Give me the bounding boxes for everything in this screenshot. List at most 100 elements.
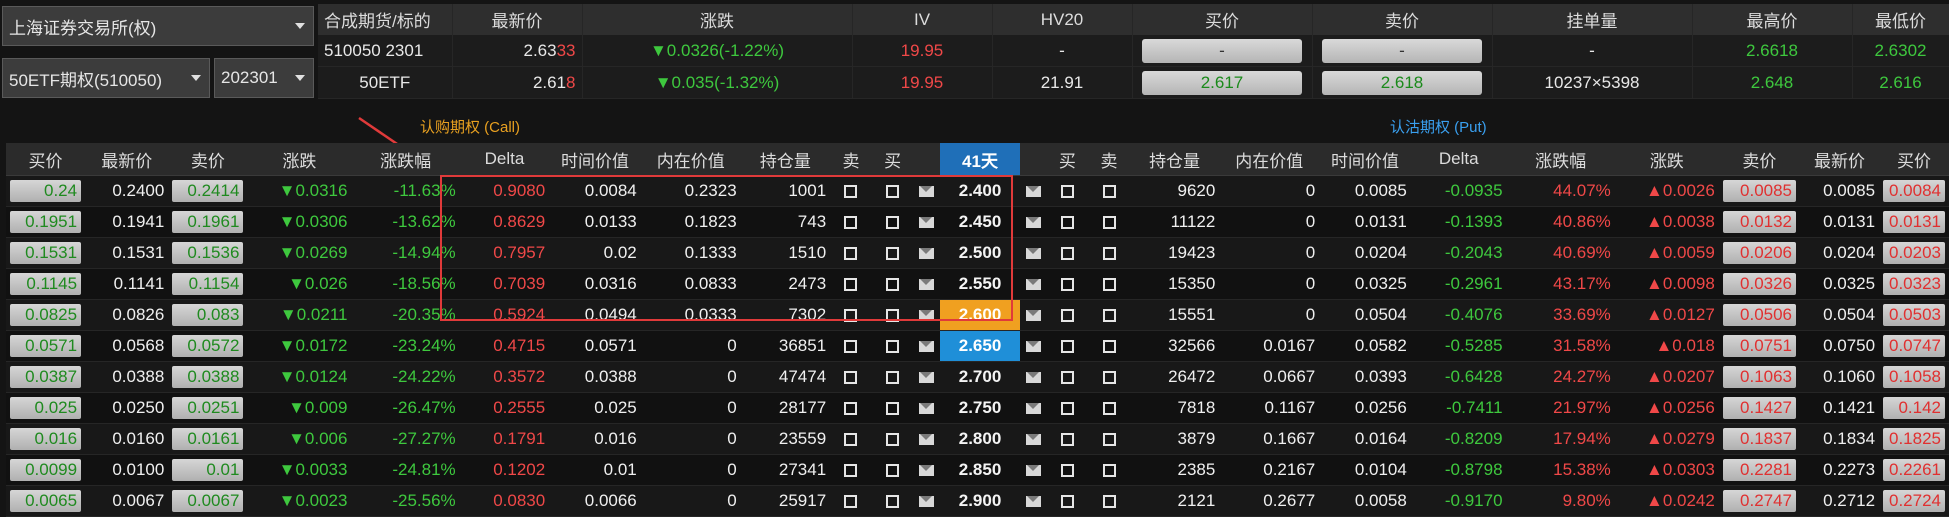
put-order-cell[interactable] bbox=[1019, 268, 1047, 300]
call-bid-cell[interactable]: 0.24 bbox=[6, 175, 86, 207]
put-bid-cell[interactable]: 0.0084 bbox=[1879, 175, 1949, 207]
call-ask-cell[interactable]: 0.0388 bbox=[168, 361, 248, 393]
put-bid-cell[interactable]: 0.2261 bbox=[1879, 454, 1949, 486]
put-ask-cell[interactable]: 0.1427 bbox=[1718, 392, 1801, 424]
call-ask-cell[interactable]: 0.0161 bbox=[168, 423, 248, 455]
put-sell-checkbox-cell[interactable] bbox=[1088, 454, 1130, 486]
put-sell-checkbox[interactable] bbox=[1102, 216, 1116, 230]
call-ask-button[interactable]: 0.2414 bbox=[172, 180, 244, 202]
put-order-cell[interactable] bbox=[1019, 361, 1047, 393]
call-sell-checkbox[interactable] bbox=[844, 185, 858, 199]
put-order-cell[interactable] bbox=[1019, 423, 1047, 455]
put-sell-checkbox[interactable] bbox=[1102, 495, 1116, 509]
strike-price[interactable]: 2.850 bbox=[940, 454, 1020, 486]
call-bid-button[interactable]: 0.24 bbox=[10, 180, 82, 202]
put-buy-checkbox-cell[interactable] bbox=[1046, 454, 1089, 486]
call-bid-button[interactable]: 0.1951 bbox=[10, 211, 82, 233]
envelope-icon[interactable] bbox=[1025, 465, 1041, 477]
put-sell-checkbox-cell[interactable] bbox=[1088, 423, 1130, 455]
put-bid-cell[interactable]: 0.0323 bbox=[1879, 268, 1949, 300]
put-sell-checkbox-cell[interactable] bbox=[1088, 206, 1130, 238]
call-bid-button[interactable]: 0.0065 bbox=[10, 490, 82, 512]
put-buy-checkbox-cell[interactable] bbox=[1046, 206, 1089, 238]
put-buy-checkbox-cell[interactable] bbox=[1046, 175, 1089, 207]
call-sell-checkbox[interactable] bbox=[844, 309, 858, 323]
call-order-cell[interactable] bbox=[913, 392, 941, 424]
put-ask-button[interactable]: 0.0326 bbox=[1722, 273, 1797, 295]
call-buy-checkbox[interactable] bbox=[886, 247, 900, 261]
product-select[interactable]: 50ETF期权(510050) bbox=[2, 58, 210, 98]
call-order-cell[interactable] bbox=[913, 268, 941, 300]
call-sell-checkbox-cell[interactable] bbox=[830, 485, 872, 517]
strike-price[interactable]: 2.550 bbox=[940, 268, 1020, 300]
call-sell-checkbox[interactable] bbox=[844, 340, 858, 354]
call-bid-cell[interactable]: 0.1145 bbox=[6, 268, 86, 300]
call-buy-checkbox[interactable] bbox=[886, 216, 900, 230]
envelope-icon[interactable] bbox=[1025, 372, 1041, 384]
envelope-icon[interactable] bbox=[1025, 248, 1041, 260]
put-buy-checkbox-cell[interactable] bbox=[1046, 299, 1089, 331]
call-order-cell[interactable] bbox=[913, 454, 941, 486]
put-bid-button[interactable]: 0.1825 bbox=[1883, 428, 1945, 450]
put-sell-checkbox-cell[interactable] bbox=[1088, 392, 1130, 424]
put-sell-checkbox-cell[interactable] bbox=[1088, 330, 1130, 362]
chain-row[interactable]: 0.24 0.2400 0.2414 ▼0.0316 -11.63% 0.9080 0.00… bbox=[6, 175, 1949, 207]
call-bid-button[interactable]: 0.1145 bbox=[10, 273, 82, 295]
put-sell-checkbox[interactable] bbox=[1102, 278, 1116, 292]
put-sell-checkbox-cell[interactable] bbox=[1088, 268, 1130, 300]
put-sell-checkbox-cell[interactable] bbox=[1088, 361, 1130, 393]
put-ask-cell[interactable]: 0.0326 bbox=[1718, 268, 1801, 300]
put-ask-cell[interactable]: 0.2281 bbox=[1718, 454, 1801, 486]
put-ask-button[interactable]: 0.1427 bbox=[1722, 397, 1797, 419]
call-bid-button[interactable]: 0.025 bbox=[10, 397, 82, 419]
put-buy-checkbox[interactable] bbox=[1060, 309, 1074, 323]
quote-row-synthetic[interactable]: 510050 2301 2.6333 ▼0.0326(-1.22%) 19.95… bbox=[318, 35, 1949, 67]
call-bid-button[interactable]: 0.0571 bbox=[10, 335, 82, 357]
put-ask-button[interactable]: 0.0206 bbox=[1722, 242, 1797, 264]
put-buy-checkbox[interactable] bbox=[1060, 340, 1074, 354]
call-bid-cell[interactable]: 0.0065 bbox=[6, 485, 86, 517]
call-sell-checkbox-cell[interactable] bbox=[830, 206, 872, 238]
put-buy-checkbox-cell[interactable] bbox=[1046, 237, 1089, 269]
ask-button[interactable]: - bbox=[1322, 38, 1482, 63]
envelope-icon[interactable] bbox=[1025, 279, 1041, 291]
put-sell-checkbox[interactable] bbox=[1102, 185, 1116, 199]
call-ask-cell[interactable]: 0.0067 bbox=[168, 485, 248, 517]
call-buy-checkbox-cell[interactable] bbox=[871, 423, 914, 455]
put-sell-checkbox-cell[interactable] bbox=[1088, 237, 1130, 269]
strike-price[interactable]: 2.450 bbox=[940, 206, 1020, 238]
envelope-icon[interactable] bbox=[919, 186, 935, 198]
call-buy-checkbox[interactable] bbox=[886, 309, 900, 323]
call-sell-checkbox[interactable] bbox=[844, 278, 858, 292]
call-bid-cell[interactable]: 0.0099 bbox=[6, 454, 86, 486]
put-ask-cell[interactable]: 0.1837 bbox=[1718, 423, 1801, 455]
put-ask-cell[interactable]: 0.1063 bbox=[1718, 361, 1801, 393]
put-buy-checkbox[interactable] bbox=[1060, 495, 1074, 509]
call-ask-cell[interactable]: 0.0251 bbox=[168, 392, 248, 424]
call-ask-button[interactable]: 0.0388 bbox=[172, 366, 244, 388]
call-bid-cell[interactable]: 0.1951 bbox=[6, 206, 86, 238]
call-ask-button[interactable]: 0.083 bbox=[172, 304, 244, 326]
call-sell-checkbox[interactable] bbox=[844, 371, 858, 385]
envelope-icon[interactable] bbox=[919, 248, 935, 260]
call-sell-checkbox-cell[interactable] bbox=[830, 330, 872, 362]
quote-row-underlying[interactable]: 50ETF 2.618 ▼0.035(-1.32%) 19.95 21.91 2… bbox=[318, 66, 1949, 99]
call-sell-checkbox[interactable] bbox=[844, 433, 858, 447]
call-buy-checkbox[interactable] bbox=[886, 278, 900, 292]
envelope-icon[interactable] bbox=[1025, 403, 1041, 415]
call-sell-checkbox[interactable] bbox=[844, 464, 858, 478]
put-ask-button[interactable]: 0.1837 bbox=[1722, 428, 1797, 450]
call-ask-cell[interactable]: 0.2414 bbox=[168, 175, 248, 207]
call-bid-button[interactable]: 0.0099 bbox=[10, 459, 82, 481]
call-bid-cell[interactable]: 0.016 bbox=[6, 423, 86, 455]
envelope-icon[interactable] bbox=[1025, 310, 1041, 322]
call-sell-checkbox-cell[interactable] bbox=[830, 268, 872, 300]
envelope-icon[interactable] bbox=[919, 372, 935, 384]
envelope-icon[interactable] bbox=[919, 496, 935, 508]
envelope-icon[interactable] bbox=[919, 279, 935, 291]
chain-row[interactable]: 0.025 0.0250 0.0251 ▼0.009 -26.47% 0.2555 0.02… bbox=[6, 392, 1949, 424]
put-sell-checkbox[interactable] bbox=[1102, 371, 1116, 385]
call-sell-checkbox-cell[interactable] bbox=[830, 237, 872, 269]
call-sell-checkbox-cell[interactable] bbox=[830, 392, 872, 424]
put-ask-button[interactable]: 0.0132 bbox=[1722, 211, 1797, 233]
